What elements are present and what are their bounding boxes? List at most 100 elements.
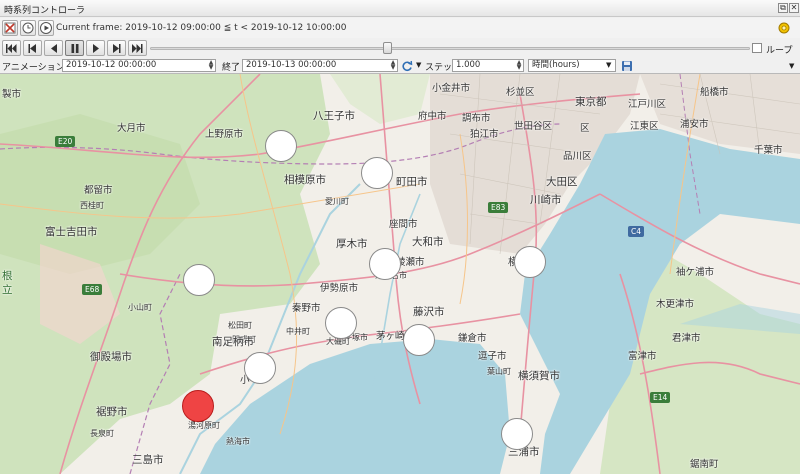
start-time-spinner[interactable]: ▲ ▼ xyxy=(207,60,215,71)
marker-4[interactable] xyxy=(514,246,546,278)
range-toolbar: アニメーション範囲 2019-10-12 00:00:00 ▲ ▼ 終了 2019… xyxy=(0,59,800,74)
map-label-uenohara: 上野原市 xyxy=(205,129,244,140)
end-time-input[interactable]: 2019-10-13 00:00:00 xyxy=(242,59,398,72)
settings-gear-icon[interactable] xyxy=(777,21,791,35)
map-label-hachioji: 八王子市 xyxy=(313,110,355,122)
road-badge-e83: E83 xyxy=(488,202,509,213)
map-label-kisarazu: 木更津市 xyxy=(656,299,695,310)
map-label-nagaizumi: 長泉町 xyxy=(90,429,114,438)
map-label-kimitsu: 君津市 xyxy=(672,333,701,344)
map-label-nakai: 中井町 xyxy=(286,327,310,336)
map-label-matsuda: 松田町 xyxy=(228,321,252,330)
map-label-komae: 狛江市 xyxy=(470,129,499,140)
overflow-arrow[interactable]: ▼ xyxy=(789,62,794,70)
end-time-spinner[interactable]: ▲ ▼ xyxy=(389,60,397,71)
map-label-atsugi: 厚木市 xyxy=(336,238,368,250)
map-label-seishi: 製市 xyxy=(2,89,22,100)
map-label-shinagawa: 品川区 xyxy=(563,151,592,162)
map-label-fujiyoshida: 富士吉田市 xyxy=(45,226,98,238)
map-label-ku: 区 xyxy=(580,123,590,134)
step-dropdown-arrow[interactable]: ▼ xyxy=(416,61,421,69)
map-label-sagamihara: 相模原市 xyxy=(284,174,326,186)
title-bar: 時系列コントローラ ⧉ ✕ xyxy=(0,0,800,17)
map-label-zama: 座間市 xyxy=(389,219,418,230)
clear-icon xyxy=(4,22,16,34)
map-label-ne: 根 xyxy=(2,270,13,282)
previous-step-button[interactable] xyxy=(23,40,42,56)
map-label-isehara: 伊勢原市 xyxy=(320,283,359,294)
end-label: 終了 xyxy=(222,63,241,73)
map-label-fujisawa: 藤沢市 xyxy=(413,306,445,318)
map-label-sodegaura: 袖ケ浦市 xyxy=(676,267,715,278)
time-series-controller-window: 時系列コントローラ ⧉ ✕ Current frame: 2019-10-12 … xyxy=(0,0,800,474)
map-label-koto: 江東区 xyxy=(630,121,659,132)
loop-label: ループ xyxy=(766,46,793,56)
step-back-icon xyxy=(28,43,36,53)
map-label-fuchu: 府中市 xyxy=(418,111,447,122)
loop-checkbox[interactable] xyxy=(752,43,762,53)
map-label-koganei: 小金井市 xyxy=(432,83,471,94)
map-label-tsuru: 都留市 xyxy=(84,185,113,196)
map-label-nishikatsura: 西桂町 xyxy=(80,201,104,210)
map-label-edogawa: 江戸川区 xyxy=(628,99,667,110)
save-icon[interactable] xyxy=(621,60,633,72)
map-label-chofu: 調布市 xyxy=(462,113,491,124)
marker-9[interactable] xyxy=(501,418,533,450)
map-label-chiba: 千葉市 xyxy=(754,145,783,156)
pause-button[interactable] xyxy=(65,40,84,56)
road-badge-e14: E14 xyxy=(650,392,671,403)
pause-icon xyxy=(71,43,78,53)
map-label-aikawa: 愛川町 xyxy=(325,197,349,206)
map-label-mishima: 三島市 xyxy=(132,454,164,466)
unit-select[interactable]: 時間(hours) xyxy=(528,59,616,72)
first-frame-button[interactable] xyxy=(2,40,21,56)
current-frame-text: Current frame: 2019-10-12 09:00:00 ≦ t <… xyxy=(56,23,347,33)
close-button[interactable]: ✕ xyxy=(789,3,799,13)
clock-icon xyxy=(22,22,34,34)
skip-last-icon xyxy=(132,43,143,53)
dock-button[interactable]: ⧉ xyxy=(778,3,788,13)
clear-button[interactable] xyxy=(2,20,18,36)
playback-toolbar: ループ xyxy=(0,38,800,59)
marker-8[interactable] xyxy=(244,352,276,384)
play-reverse-button[interactable] xyxy=(44,40,63,56)
refresh-icon[interactable] xyxy=(401,60,413,72)
map-label-urayasu: 浦安市 xyxy=(680,119,709,130)
marker-6[interactable] xyxy=(325,307,357,339)
unit-select-value: 時間(hours) xyxy=(532,60,580,70)
map-label-minamiashigara: 南足柄市 xyxy=(212,336,254,348)
marker-2[interactable] xyxy=(361,157,393,189)
step-spinner[interactable]: ▲ ▼ xyxy=(515,60,523,71)
last-frame-button[interactable] xyxy=(128,40,147,56)
map-label-setagaya: 世田谷区 xyxy=(514,121,553,132)
map-label-kyonan: 鋸南町 xyxy=(690,459,719,470)
play-icon xyxy=(92,43,99,53)
time-slider-track[interactable] xyxy=(150,47,750,50)
start-time-input[interactable]: 2019-10-12 00:00:00 xyxy=(62,59,216,72)
map-label-susono: 裾野市 xyxy=(96,406,128,418)
marker-5[interactable] xyxy=(183,264,215,296)
next-step-button[interactable] xyxy=(107,40,126,56)
time-slider-thumb[interactable] xyxy=(383,42,392,54)
marker-1[interactable] xyxy=(265,130,297,162)
step-forward-icon xyxy=(113,43,121,53)
play-mode-button[interactable] xyxy=(38,20,54,36)
play-reverse-icon xyxy=(50,43,57,53)
map-label-hayama: 葉山町 xyxy=(487,367,511,376)
map-label-machida: 町田市 xyxy=(396,176,428,188)
map-label-ritsu: 立 xyxy=(2,284,13,296)
step-input[interactable]: 1.000 xyxy=(452,59,524,72)
play-button[interactable] xyxy=(86,40,105,56)
map-label-ota: 大田区 xyxy=(546,176,578,188)
map-view[interactable]: 大月市 上野原市 八王子市 府中市 調布市 小金井市 杉並区 東京都 江戸川区 … xyxy=(0,74,800,474)
map-label-kamakura: 鎌倉市 xyxy=(458,333,487,344)
marker-7[interactable] xyxy=(403,324,435,356)
map-label-chigasaki: 茅ヶ崎 xyxy=(376,331,405,342)
clock-button[interactable] xyxy=(20,20,36,36)
marker-3[interactable] xyxy=(369,248,401,280)
marker-10[interactable] xyxy=(182,390,214,422)
unit-select-arrow[interactable]: ▼ xyxy=(606,61,611,69)
map-label-yamato: 大和市 xyxy=(412,236,444,248)
map-label-gotemba: 御殿場市 xyxy=(90,351,132,363)
road-badge-e20: E20 xyxy=(55,136,76,147)
